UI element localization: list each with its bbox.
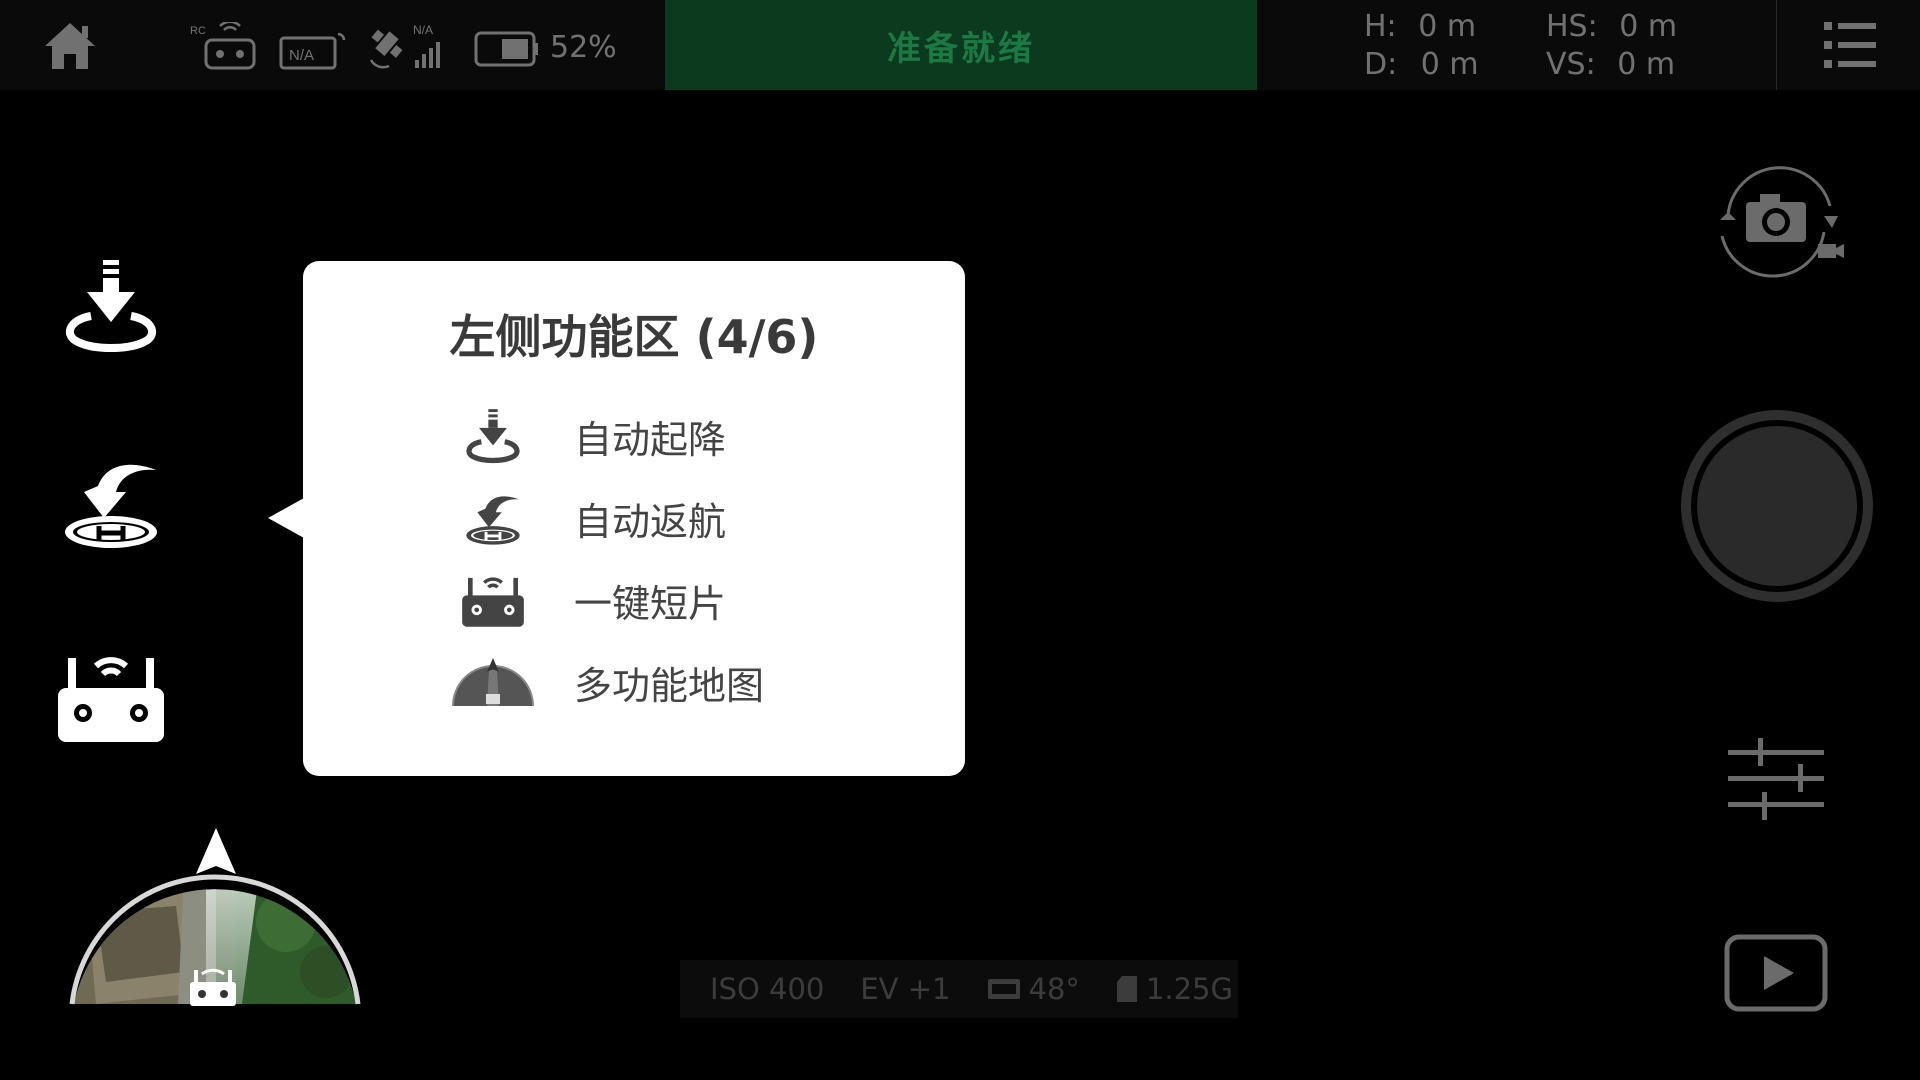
quickshot-button[interactable] <box>56 648 166 744</box>
sd-card-icon <box>1116 976 1137 1002</box>
status-text: 准备就绪 <box>887 28 1035 69</box>
hd-signal-icon: N/A <box>278 26 348 72</box>
heading-arrow-icon <box>196 828 236 874</box>
height-value: 0 m <box>1418 9 1477 44</box>
camera-info-bar: ISO 400 EV +1 48° 1.25G <box>680 960 1238 1018</box>
sliders-icon <box>1728 738 1824 820</box>
ev-value: EV +1 <box>860 972 951 1006</box>
return-home-icon <box>65 464 157 548</box>
home-icon[interactable] <box>42 20 98 72</box>
popup-title: 左侧功能区 (4/6) <box>449 310 819 364</box>
storage-readout: 1.25G <box>1116 972 1233 1006</box>
menu-icon[interactable] <box>1822 20 1878 70</box>
hd-label: N/A <box>289 47 314 64</box>
hs-value: 0 m <box>1619 9 1678 44</box>
auto-takeoff-icon <box>448 408 538 464</box>
vertical-speed-readout: VS: 0 m <box>1546 46 1675 84</box>
battery-icon <box>474 30 540 68</box>
remote-controller-icon <box>448 572 538 628</box>
map-radar-icon <box>448 656 538 708</box>
horizontal-speed-readout: HS: 0 m <box>1546 8 1677 46</box>
camera-settings-button[interactable] <box>1726 736 1830 828</box>
tutorial-item-auto-takeoff: 自动起降 <box>466 401 727 471</box>
height-label: H: <box>1364 9 1397 44</box>
vs-value: 0 m <box>1617 47 1676 82</box>
remote-controller-icon <box>58 657 164 742</box>
tutorial-item-quickshot: 一键短片 <box>462 565 727 635</box>
return-home-icon <box>448 489 538 547</box>
gps-satellite-icon: N/A <box>365 22 445 72</box>
temperature-readout: 48° <box>987 972 1080 1006</box>
return-home-button[interactable] <box>58 452 164 552</box>
play-icon <box>1724 934 1828 1012</box>
popup-pointer <box>268 498 304 538</box>
tutorial-item-return-home: 自动返航 <box>466 483 727 553</box>
shutter-button[interactable] <box>1677 406 1877 610</box>
temperature-value: 48° <box>1028 972 1080 1006</box>
rc-signal-icon: RC <box>188 22 262 72</box>
app-screen: RC N/A N/A 52% 准备就绪 H: 0 m D: 0 m HS: 0 … <box>0 0 1920 1080</box>
distance-label: D: <box>1364 47 1398 82</box>
distance-readout: D: 0 m <box>1364 46 1479 84</box>
rc-label: RC <box>190 25 206 37</box>
hs-label: HS: <box>1546 9 1598 44</box>
mini-map-widget[interactable] <box>66 822 366 1016</box>
auto-takeoff-icon <box>65 260 157 352</box>
iso-value: ISO 400 <box>710 972 825 1006</box>
top-status-bar: RC N/A N/A 52% 准备就绪 H: 0 m D: 0 m HS: 0 … <box>0 0 1920 90</box>
tutorial-popup[interactable]: 左侧功能区 (4/6) 自动起降 自动返航 一键短片 多功能地图 <box>303 261 965 776</box>
vs-label: VS: <box>1546 47 1596 82</box>
tutorial-item-label: 多功能地图 <box>574 663 765 708</box>
topbar-divider <box>1776 0 1777 90</box>
auto-takeoff-button[interactable] <box>58 258 164 354</box>
photo-video-switch-button[interactable] <box>1706 156 1846 290</box>
distance-value: 0 m <box>1420 47 1479 82</box>
tutorial-item-label: 一键短片 <box>574 581 727 626</box>
height-readout: H: 0 m <box>1364 8 1476 46</box>
tutorial-item-map: 多功能地图 <box>452 647 765 717</box>
camera-switch-icon <box>1720 166 1844 278</box>
tutorial-item-label: 自动起降 <box>574 417 727 462</box>
storage-value: 1.25G <box>1145 972 1233 1006</box>
status-banner: 准备就绪 <box>665 0 1257 90</box>
tutorial-item-label: 自动返航 <box>574 499 727 544</box>
playback-button[interactable] <box>1724 934 1828 1018</box>
battery-percent: 52% <box>550 30 617 65</box>
gps-label: N/A <box>413 23 433 37</box>
sensor-temp-icon <box>987 979 1020 999</box>
